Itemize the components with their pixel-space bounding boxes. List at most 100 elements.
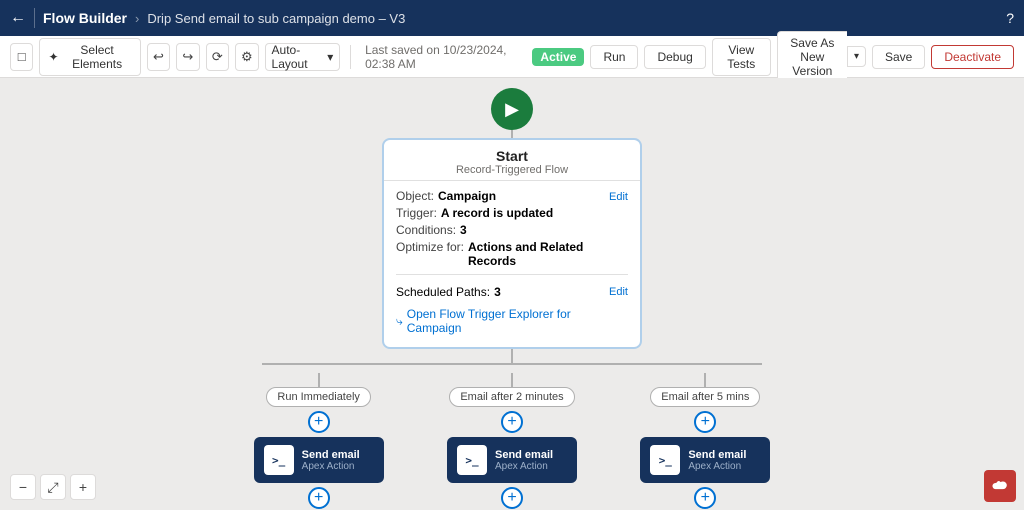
last-saved-text: Last saved on 10/23/2024, 02:38 AM: [365, 43, 526, 71]
object-label: Object:: [396, 189, 434, 203]
branch-1-node-title: Send email: [302, 449, 360, 461]
optimize-value-text: Actions and Related Records: [468, 240, 583, 268]
branch-email-5min: Email after 5 mins + >_ Send email Apex …: [609, 373, 802, 510]
redo-button[interactable]: ↪: [176, 43, 199, 71]
branch-2-add-button-2[interactable]: +: [501, 487, 523, 509]
settings-button[interactable]: ⚙: [235, 43, 258, 71]
deactivate-button[interactable]: Deactivate: [931, 45, 1014, 69]
salesforce-logo: [990, 476, 1010, 496]
toolbar-right: Run Debug View Tests Save As New Version…: [590, 31, 1014, 83]
run-button[interactable]: Run: [590, 45, 638, 69]
b2-top-connector: [511, 373, 513, 387]
save-as-new-version-button[interactable]: Save As New Version: [777, 31, 847, 83]
conditions-value: 3: [460, 223, 628, 237]
zoom-out-button[interactable]: −: [10, 474, 36, 500]
select-elements-button[interactable]: ✦ Select Elements: [39, 38, 140, 76]
trigger-value: A record is updated: [441, 206, 628, 220]
redo-icon: ↪: [182, 49, 193, 65]
branch-1-label: Run Immediately: [266, 387, 371, 407]
terminal-icon-3: >_: [659, 454, 672, 467]
undo-button[interactable]: ↩: [147, 43, 170, 71]
scheduled-row: Scheduled Paths: 3 Edit: [396, 281, 628, 303]
refresh-icon: ⟳: [212, 49, 223, 65]
nav-divider: [34, 8, 35, 28]
app-name: Flow Builder: [43, 10, 127, 26]
view-tests-button[interactable]: View Tests: [712, 38, 771, 76]
branch-2-add-button[interactable]: +: [501, 411, 523, 433]
save-button[interactable]: Save: [872, 45, 925, 69]
start-title: Start: [396, 148, 628, 164]
start-node[interactable]: Start Record-Triggered Flow Object: Camp…: [382, 138, 642, 349]
settings-icon: ⚙: [241, 49, 253, 65]
branch-1-apex-node[interactable]: >_ Send email Apex Action: [254, 437, 384, 483]
branch-2-node-subtitle: Apex Action: [495, 461, 553, 472]
toggle-panel-button[interactable]: □: [10, 43, 33, 71]
optimize-value: Actions and Related Records: [468, 240, 628, 268]
branch-3-apex-icon: >_: [650, 445, 680, 475]
branch-connector: [262, 349, 762, 365]
explorer-link[interactable]: ⤷ Open Flow Trigger Explorer for Campaig…: [396, 303, 628, 339]
back-button[interactable]: ←: [10, 9, 26, 27]
branches-container: Run Immediately + >_ Send email Apex Act…: [222, 373, 802, 510]
optimize-row: Optimize for: Actions and Related Record…: [396, 240, 628, 268]
branch-1-apex-icon: >_: [264, 445, 294, 475]
start-node-body: Object: Campaign Edit Trigger: A record …: [384, 181, 640, 347]
trigger-value-text: A record is updated: [441, 206, 553, 220]
conditions-label: Conditions:: [396, 223, 456, 237]
node-divider: [396, 274, 628, 275]
object-value-text: Campaign: [438, 189, 496, 203]
edit-link-2[interactable]: Edit: [609, 286, 628, 298]
object-value: Campaign: [438, 189, 609, 203]
salesforce-icon: [984, 470, 1016, 502]
trigger-label: Trigger:: [396, 206, 437, 220]
flow-canvas: ▶ Start Record-Triggered Flow Object: Ca…: [0, 78, 1024, 510]
branch-1-node-subtitle: Apex Action: [302, 461, 360, 472]
branch-2-apex-text: Send email Apex Action: [495, 449, 553, 472]
explorer-link-text: Open Flow Trigger Explorer for Campaign: [407, 307, 628, 335]
scheduled-label: Scheduled Paths:: [396, 285, 490, 299]
terminal-icon-1: >_: [272, 454, 285, 467]
branch-run-immediately: Run Immediately + >_ Send email Apex Act…: [222, 373, 415, 510]
layout-label: Auto-Layout: [272, 43, 324, 71]
object-row: Object: Campaign Edit: [396, 189, 628, 203]
nav-separator: ›: [135, 11, 139, 26]
branch-2-node-title: Send email: [495, 449, 553, 461]
branch-3-apex-node[interactable]: >_ Send email Apex Action: [640, 437, 770, 483]
start-subtitle: Record-Triggered Flow: [396, 164, 628, 176]
refresh-button[interactable]: ⟳: [206, 43, 229, 71]
branch-3-node-title: Send email: [688, 449, 746, 461]
conditions-value-text: 3: [460, 223, 467, 237]
branch-3-node-subtitle: Apex Action: [688, 461, 746, 472]
play-icon: ▶: [505, 99, 519, 120]
branch-2-label: Email after 2 minutes: [449, 387, 574, 407]
start-play-button[interactable]: ▶: [491, 88, 533, 130]
branch-3-add-button-2[interactable]: +: [694, 487, 716, 509]
help-button[interactable]: ?: [1006, 10, 1014, 26]
branch-3-label: Email after 5 mins: [650, 387, 760, 407]
status-badge: Active: [532, 48, 584, 66]
start-node-header: Start Record-Triggered Flow: [384, 140, 640, 181]
branch-2-apex-node[interactable]: >_ Send email Apex Action: [447, 437, 577, 483]
zoom-in-button[interactable]: +: [70, 474, 96, 500]
b1-top-connector: [318, 373, 320, 387]
fit-screen-button[interactable]: ⤢: [40, 474, 66, 500]
branch-1-add-button-2[interactable]: +: [308, 487, 330, 509]
select-elements-label: Select Elements: [63, 43, 132, 71]
toolbar: □ ✦ Select Elements ↩ ↪ ⟳ ⚙ Auto-Layout …: [0, 36, 1024, 78]
terminal-icon-2: >_: [465, 454, 478, 467]
flow-name: Drip Send email to sub campaign demo – V…: [147, 11, 405, 26]
branch-2-apex-icon: >_: [457, 445, 487, 475]
cursor-icon: ✦: [48, 50, 58, 64]
optimize-label: Optimize for:: [396, 240, 464, 254]
edit-link-1[interactable]: Edit: [609, 191, 628, 203]
debug-button[interactable]: Debug: [644, 45, 705, 69]
branch-1-add-button[interactable]: +: [308, 411, 330, 433]
flow-layout: ▶ Start Record-Triggered Flow Object: Ca…: [262, 88, 762, 365]
branch-3-add-button[interactable]: +: [694, 411, 716, 433]
save-as-new-version-group: Save As New Version ▾: [777, 31, 866, 83]
scheduled-value: 3: [494, 285, 501, 299]
panel-icon: □: [18, 49, 26, 64]
layout-select[interactable]: Auto-Layout ▾: [265, 43, 341, 71]
toolbar-divider: [350, 45, 351, 69]
save-as-new-version-dropdown[interactable]: ▾: [847, 46, 866, 67]
